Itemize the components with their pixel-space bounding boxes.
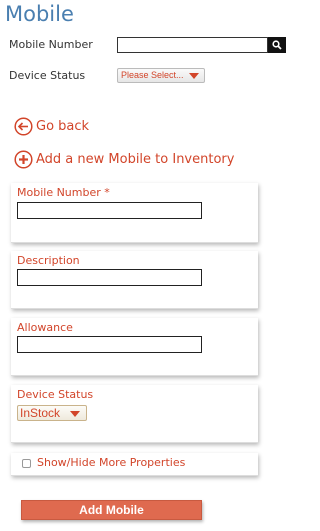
device-status-filter-select[interactable]: Please Select... <box>117 68 205 83</box>
search-icon <box>272 40 282 50</box>
go-back-link[interactable]: Go back <box>14 117 89 136</box>
search-button[interactable] <box>268 37 286 53</box>
chevron-down-icon <box>70 411 80 417</box>
add-new-mobile-link[interactable]: Add a new Mobile to Inventory <box>14 150 234 169</box>
mobile-number-label: Mobile Number * <box>17 186 110 199</box>
add-mobile-button[interactable]: Add Mobile <box>21 500 202 520</box>
back-arrow-circle-icon <box>14 117 33 136</box>
chevron-down-icon <box>189 73 199 79</box>
device-status-label: Device Status <box>17 388 94 401</box>
mobile-number-field[interactable] <box>17 202 202 219</box>
device-status-filter-label: Device Status <box>9 69 86 82</box>
description-field[interactable] <box>17 269 202 286</box>
page-title: Mobile <box>5 2 74 26</box>
allowance-panel: Allowance <box>11 318 258 376</box>
device-status-panel: Device Status InStock <box>11 385 258 443</box>
show-hide-label[interactable]: Show/Hide More Properties <box>37 456 185 469</box>
show-hide-checkbox[interactable] <box>22 459 31 468</box>
description-panel: Description <box>11 251 258 309</box>
allowance-label: Allowance <box>17 321 73 334</box>
device-status-filter-value: Please Select... <box>121 70 184 80</box>
device-status-filter-row: Device Status Please Select... <box>9 67 289 85</box>
go-back-label: Go back <box>36 119 90 134</box>
mobile-number-search-label: Mobile Number <box>9 38 93 51</box>
show-hide-panel: Show/Hide More Properties <box>11 453 258 476</box>
description-label: Description <box>17 254 80 267</box>
device-status-value: InStock <box>20 406 61 420</box>
allowance-field[interactable] <box>17 336 202 353</box>
add-new-mobile-label: Add a new Mobile to Inventory <box>36 152 235 167</box>
plus-circle-icon <box>14 150 33 169</box>
mobile-number-search-row: Mobile Number <box>9 37 289 55</box>
mobile-number-search-input[interactable] <box>117 37 268 53</box>
mobile-number-panel: Mobile Number * <box>11 183 258 243</box>
device-status-select[interactable]: InStock <box>17 405 87 421</box>
